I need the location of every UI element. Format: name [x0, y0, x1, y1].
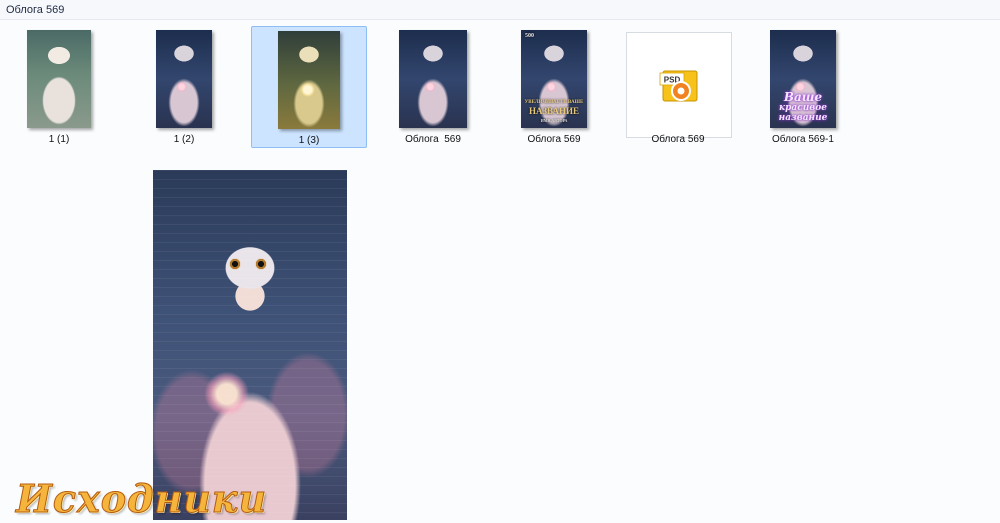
cover-line: ИМЯ АВТОРА [540, 118, 568, 123]
file-item-oblога-569-b[interactable]: 500 УВЕЛИЧИВАЕТЕ ВАШЕ НАЗВАНИЕ ИМЯ АВТОР… [496, 26, 612, 148]
file-name: 1 (1) [48, 134, 70, 145]
book-cover-thumbnail-icon: Ваше красивое название [770, 30, 836, 128]
book-cover-thumbnail-icon: 500 УВЕЛИЧИВАЕТЕ ВАШЕ НАЗВАНИЕ ИМЯ АВТОР… [521, 30, 587, 128]
portrait-thumbnail-icon [27, 30, 91, 128]
file-view[interactable]: 1 (1) 1 (2) 1 (3) Облога 569 500 УВЕЛИЧИ… [0, 20, 1000, 523]
window-title: Облога 569 [6, 4, 65, 16]
preview-overlay [153, 170, 347, 520]
file-item-oblога-569-1[interactable]: Ваше красивое название Облога 569-1 [745, 26, 861, 148]
file-item-oblога-569-psd[interactable]: PSD Облога 569 [620, 26, 736, 148]
file-item-1-2[interactable]: 1 (2) [126, 26, 242, 148]
cover-line: красивое [779, 103, 827, 113]
portrait-thumbnail-icon [278, 31, 340, 129]
psd-document-icon: PSD [659, 70, 698, 102]
portrait-thumbnail-icon [399, 30, 467, 128]
cover-line: УВЕЛИЧИВАЕТЕ ВАШЕ [524, 100, 584, 105]
file-item-oblога-569-a[interactable]: Облога 569 [375, 26, 491, 148]
file-name: 1 (3) [298, 135, 320, 146]
psd-file-icon: PSD [626, 32, 732, 138]
image-preview [153, 170, 347, 520]
window-titlebar: Облога 569 [0, 0, 1000, 20]
cover-line: Ваше [783, 90, 823, 104]
file-name: 1 (2) [173, 134, 195, 145]
file-name: Облога 569 [405, 134, 461, 145]
cover-line: НАЗВАНИЕ [529, 106, 579, 116]
file-name: Облога 569 [527, 134, 581, 145]
watermark-logo: Исходники [15, 476, 268, 522]
file-name: Облога 569 [651, 134, 705, 145]
cover-top-text: 500 [525, 33, 534, 39]
cover-line: название [778, 113, 828, 123]
file-item-1-3[interactable]: 1 (3) [251, 26, 367, 148]
file-name: Облога 569-1 [772, 134, 834, 145]
portrait-thumbnail-icon [156, 30, 212, 128]
file-item-1-1[interactable]: 1 (1) [1, 26, 117, 148]
